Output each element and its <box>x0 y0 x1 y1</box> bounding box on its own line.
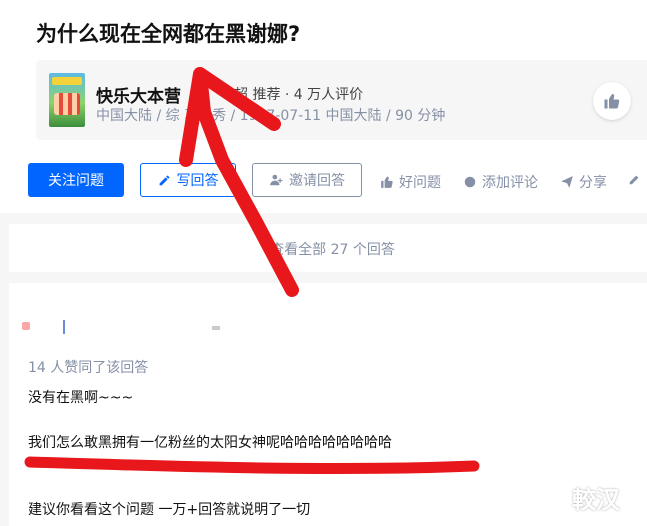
watermark: 較汉 <box>572 486 620 514</box>
voters-count[interactable]: 14 人赞同了该回答 <box>28 357 148 377</box>
good-question-button[interactable]: 好问题 <box>380 172 441 192</box>
invite-answer-button[interactable]: 邀请回答 <box>252 163 362 197</box>
author-avatar[interactable] <box>22 322 30 330</box>
good-question-label: 好问题 <box>399 175 441 191</box>
show-name[interactable]: 快乐大本营 <box>96 82 181 107</box>
pencil-icon <box>629 175 639 185</box>
like-button[interactable] <box>593 82 631 120</box>
write-answer-button[interactable]: 写回答 <box>140 163 236 197</box>
show-card[interactable]: 快乐大本营 超 推荐 · 4 万人评价 中国大陆 / 综 真人秀 / 1997-… <box>36 60 647 140</box>
show-meta: 中国大陆 / 综 真人秀 / 1997-07-11 中国大陆 / 90 分钟 <box>96 108 446 124</box>
share-icon <box>561 176 573 188</box>
show-recommend: 超 推荐 · 4 万人评价 <box>234 87 364 103</box>
share-button[interactable]: 分享 <box>560 172 607 192</box>
pencil-icon <box>159 175 169 185</box>
add-comment-label: 添加评论 <box>482 175 538 191</box>
invite-user-icon <box>270 174 283 186</box>
view-all-answers-label[interactable]: 查看全部 27 个回答 <box>9 239 647 259</box>
add-comment-button[interactable]: 添加评论 <box>463 172 538 192</box>
invite-answer-label: 邀请回答 <box>289 173 345 189</box>
question-title[interactable]: 为什么现在全网都在黑谢娜? <box>36 18 300 48</box>
answer-paragraph: 建议你看看这个问题 一万+回答就说明了一切 <box>28 502 311 518</box>
share-label: 分享 <box>579 175 607 191</box>
answer-paragraph: 我们怎么敢黑拥有一亿粉丝的太阳女神呢哈哈哈哈哈哈哈哈 <box>28 435 392 451</box>
more-edit-button[interactable] <box>628 172 642 186</box>
show-poster[interactable] <box>49 73 85 127</box>
view-all-answers-bar[interactable]: 查看全部 27 个回答 <box>9 224 647 272</box>
comment-icon <box>464 176 476 188</box>
thumbs-up-icon <box>604 94 620 109</box>
poster-people <box>54 93 80 115</box>
write-answer-label: 写回答 <box>176 173 219 189</box>
author-badge <box>212 326 220 330</box>
follow-question-button[interactable]: 关注问题 <box>28 163 124 197</box>
answer-paragraph: 没有在黑啊~~~ <box>28 390 134 406</box>
thumbs-up-icon <box>381 176 393 188</box>
author-name[interactable] <box>63 320 65 334</box>
poster-title-strip <box>52 77 82 85</box>
